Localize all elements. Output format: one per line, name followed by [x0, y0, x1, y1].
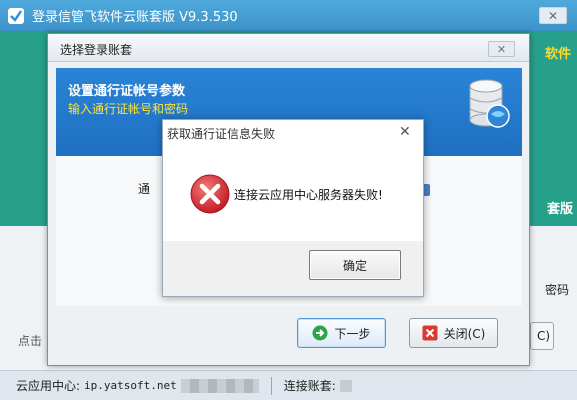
- close-button-label: 关闭(C): [443, 326, 486, 341]
- next-arrow-icon: [312, 325, 328, 341]
- dialog-header-title: 设置通行证帐号参数: [68, 84, 186, 99]
- cloud-center-label: 云应用中心:: [16, 379, 81, 393]
- ok-button[interactable]: 确定: [309, 250, 401, 280]
- password-label: 密码: [544, 283, 569, 297]
- banner-tag-top: 软件: [544, 47, 571, 62]
- dialog-header-subtitle: 输入通行证帐号和密码: [68, 102, 189, 116]
- alert-close-button[interactable]: ✕: [399, 124, 411, 140]
- dialog-body-label: 通: [138, 182, 151, 196]
- close-x-icon: [422, 325, 438, 341]
- main-window-title: 登录信管飞软件云账套版 V9.3.530: [32, 10, 238, 25]
- main-lower-button[interactable]: C): [530, 322, 554, 350]
- lower-left-text: 点击: [18, 334, 43, 348]
- app-logo-icon: [8, 7, 24, 24]
- database-icon: [469, 79, 510, 128]
- dialog-close-button[interactable]: ✕: [488, 41, 515, 57]
- main-titlebar: 登录信管飞软件云账套版 V9.3.530 ✕: [0, 0, 577, 31]
- cloud-center-value: ip.yatsoft.net: [84, 379, 177, 392]
- main-close-button[interactable]: ✕: [539, 7, 567, 24]
- redacted-address: [180, 378, 259, 393]
- error-alert-dialog: 获取通行证信息失败 ✕ 连接云应用中心服务器失败! 确定: [162, 119, 424, 297]
- next-button[interactable]: 下一步: [297, 318, 386, 348]
- redacted-account: [339, 379, 352, 392]
- status-bar: 云应用中心: ip.yatsoft.net 连接账套:: [0, 370, 577, 400]
- dialog-title: 选择登录账套: [60, 43, 133, 57]
- account-label: 连接账套:: [283, 379, 336, 393]
- dialog-titlebar: 选择登录账套 ✕: [48, 34, 529, 62]
- alert-message: 连接云应用中心服务器失败!: [234, 188, 383, 202]
- error-icon: [190, 174, 230, 214]
- status-divider: [270, 376, 272, 395]
- next-button-label: 下一步: [334, 326, 371, 341]
- close-button[interactable]: 关闭(C): [409, 318, 498, 348]
- alert-titlebar: 获取通行证信息失败 ✕: [163, 120, 423, 146]
- alert-title: 获取通行证信息失败: [167, 127, 276, 141]
- banner-tag-bottom: 套版: [546, 202, 573, 217]
